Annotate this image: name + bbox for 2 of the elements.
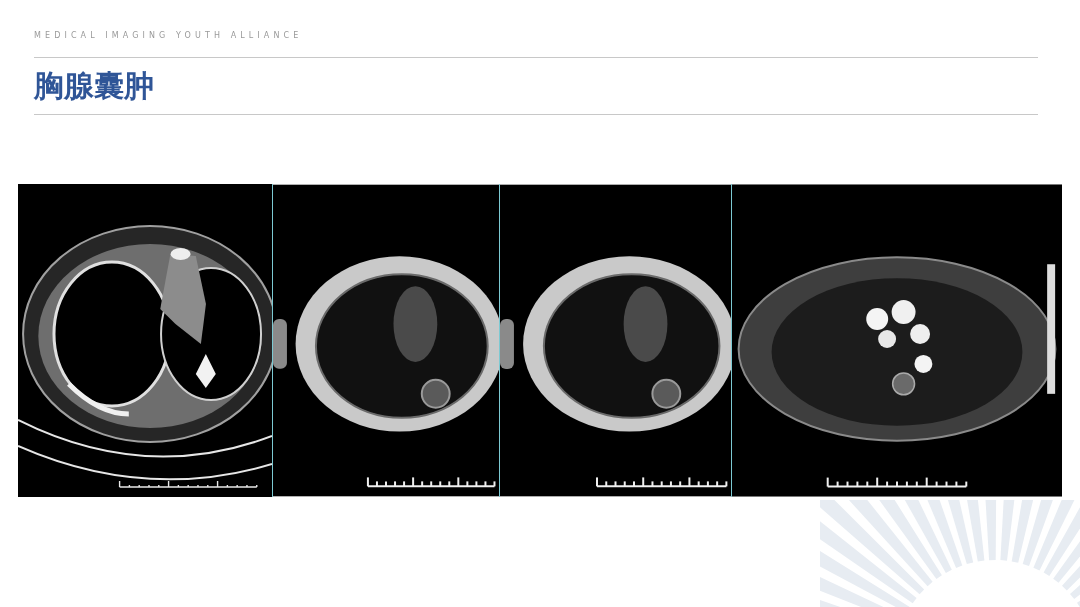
slide-title: 胸腺囊肿: [34, 67, 155, 105]
tagline: MEDICAL IMAGING YOUTH ALLIANCE: [34, 30, 304, 42]
